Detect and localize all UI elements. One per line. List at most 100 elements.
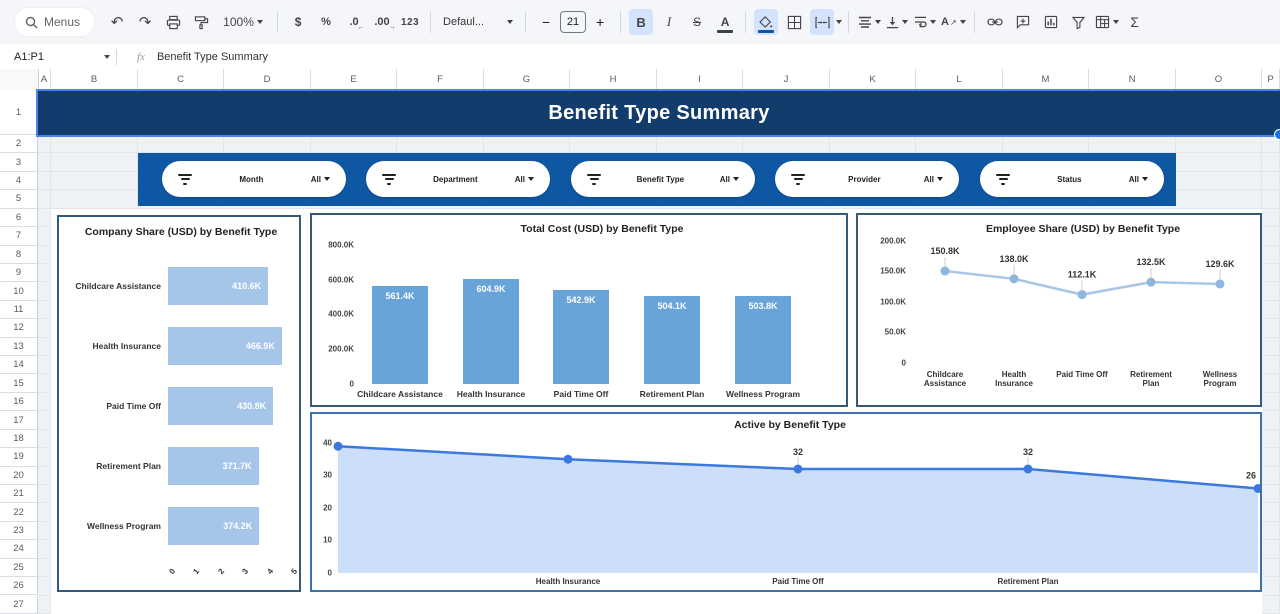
vertical-align-button[interactable]	[885, 9, 909, 35]
insert-comment-button[interactable]	[1011, 9, 1035, 35]
slicer-value[interactable]: All	[1129, 175, 1148, 184]
row-header-10[interactable]: 10	[0, 282, 38, 300]
row-header-23[interactable]: 23	[0, 522, 38, 540]
row-header-21[interactable]: 21	[0, 485, 38, 503]
insert-link-button[interactable]	[983, 9, 1007, 35]
column-header-H[interactable]: H	[570, 69, 657, 90]
row-header-14[interactable]: 14	[0, 356, 38, 374]
column-header-I[interactable]: I	[657, 69, 743, 90]
row-header-20[interactable]: 20	[0, 467, 38, 485]
row-header-6[interactable]: 6	[0, 209, 38, 227]
sheet-area[interactable]: 1234567891011121314151617181920212223242…	[0, 91, 1280, 614]
increase-font-size-button[interactable]: +	[588, 9, 612, 35]
column-header-A[interactable]: A	[38, 69, 51, 90]
paint-format-button[interactable]	[189, 9, 213, 35]
column-header-N[interactable]: N	[1089, 69, 1176, 90]
text-color-button[interactable]: A	[713, 9, 737, 35]
redo-button[interactable]: ↷	[133, 9, 157, 35]
row-header-1[interactable]: 1	[0, 91, 38, 135]
slicer-value[interactable]: All	[515, 175, 534, 184]
dashboard-title-cell[interactable]: Benefit Type Summary	[38, 91, 1280, 135]
row-header-7[interactable]: 7	[0, 227, 38, 245]
chart-company-share[interactable]: Company Share (USD) by Benefit Type Chil…	[57, 215, 301, 592]
row-header-4[interactable]: 4	[0, 172, 38, 190]
row-header-13[interactable]: 13	[0, 338, 38, 356]
select-all-corner[interactable]	[0, 69, 39, 90]
row-header-2[interactable]: 2	[0, 135, 38, 153]
row-header-9[interactable]: 9	[0, 264, 38, 282]
slicer-benefit-type[interactable]: Benefit Type All	[571, 161, 755, 197]
bold-button[interactable]: B	[629, 9, 653, 35]
column-header-M[interactable]: M	[1003, 69, 1089, 90]
italic-button[interactable]: I	[657, 9, 681, 35]
column-header-G[interactable]: G	[484, 69, 570, 90]
chart-employee-share[interactable]: Employee Share (USD) by Benefit Type 200…	[856, 213, 1262, 407]
create-filter-button[interactable]	[1067, 9, 1091, 35]
font-select[interactable]: Defaul...	[439, 9, 517, 35]
format-currency-button[interactable]: $	[286, 9, 310, 35]
row-header-16[interactable]: 16	[0, 393, 38, 411]
slicer-department[interactable]: Department All	[366, 161, 550, 197]
column-header-D[interactable]: D	[224, 69, 311, 90]
undo-button[interactable]: ↶	[105, 9, 129, 35]
column-header-O[interactable]: O	[1176, 69, 1262, 90]
row-header-8[interactable]: 8	[0, 246, 38, 264]
row-header-25[interactable]: 25	[0, 559, 38, 577]
decrease-font-size-button[interactable]: −	[534, 9, 558, 35]
x-axis-label: WellnessProgram	[1185, 370, 1255, 388]
row-header-24[interactable]: 24	[0, 540, 38, 558]
name-box[interactable]: A1:P1	[0, 51, 110, 63]
row-header-12[interactable]: 12	[0, 319, 38, 337]
slicer-value[interactable]: All	[720, 175, 739, 184]
slicer-month[interactable]: Month All	[162, 161, 346, 197]
chevron-down-icon	[733, 177, 739, 181]
insert-chart-button[interactable]	[1039, 9, 1063, 35]
row-header-26[interactable]: 26	[0, 577, 38, 595]
row-header-17[interactable]: 17	[0, 411, 38, 429]
formula-input[interactable]: Benefit Type Summary	[157, 51, 268, 63]
slicer-value[interactable]: All	[924, 175, 943, 184]
row-header-18[interactable]: 18	[0, 430, 38, 448]
slicer-provider[interactable]: Provider All	[775, 161, 959, 197]
row-header-22[interactable]: 22	[0, 503, 38, 521]
slicer-value[interactable]: All	[311, 175, 330, 184]
increase-decimal-button[interactable]: .00→	[370, 9, 394, 35]
column-header-B[interactable]: B	[51, 69, 138, 90]
more-formats-button[interactable]: 123	[398, 9, 422, 35]
column-header-E[interactable]: E	[311, 69, 397, 90]
row-header-11[interactable]: 11	[0, 301, 38, 319]
print-button[interactable]	[161, 9, 185, 35]
row-header-3[interactable]: 3	[0, 153, 38, 171]
column-header-J[interactable]: J	[743, 69, 830, 90]
column-header-C[interactable]: C	[138, 69, 224, 90]
column-header-F[interactable]: F	[397, 69, 484, 90]
functions-button[interactable]: Σ	[1123, 9, 1147, 35]
horizontal-align-button[interactable]	[857, 9, 881, 35]
row-header-27[interactable]: 27	[0, 596, 38, 614]
table-tools-button[interactable]	[1095, 9, 1119, 35]
column-header-P[interactable]: P	[1262, 69, 1280, 90]
selection-handle[interactable]	[1274, 129, 1280, 140]
row-header-19[interactable]: 19	[0, 448, 38, 466]
chart-active[interactable]: Active by Benefit Type 403020100323226He…	[310, 412, 1262, 592]
bar-category-label: Health Insurance	[59, 327, 161, 365]
chart-total-cost[interactable]: Total Cost (USD) by Benefit Type 800.0K6…	[310, 213, 848, 407]
format-percent-button[interactable]: %	[314, 9, 338, 35]
slicer-status[interactable]: Status All	[980, 161, 1164, 197]
borders-button[interactable]	[782, 9, 806, 35]
column-header-K[interactable]: K	[830, 69, 916, 90]
column-header-L[interactable]: L	[916, 69, 1003, 90]
menus-search[interactable]: Menus	[14, 7, 95, 37]
strikethrough-button[interactable]: S	[685, 9, 709, 35]
row-header-15[interactable]: 15	[0, 374, 38, 392]
fill-color-button[interactable]	[754, 9, 778, 35]
merge-cells-button[interactable]	[810, 9, 834, 35]
font-size-input[interactable]: 21	[560, 11, 586, 33]
text-wrap-button[interactable]	[913, 9, 937, 35]
row-header-5[interactable]: 5	[0, 190, 38, 208]
chevron-down-icon[interactable]	[836, 20, 842, 24]
zoom-select[interactable]: 100%	[217, 9, 269, 35]
text-rotation-button[interactable]: A ↗	[941, 9, 966, 35]
text-wrap-icon	[914, 16, 927, 28]
decrease-decimal-button[interactable]: .0←	[342, 9, 366, 35]
